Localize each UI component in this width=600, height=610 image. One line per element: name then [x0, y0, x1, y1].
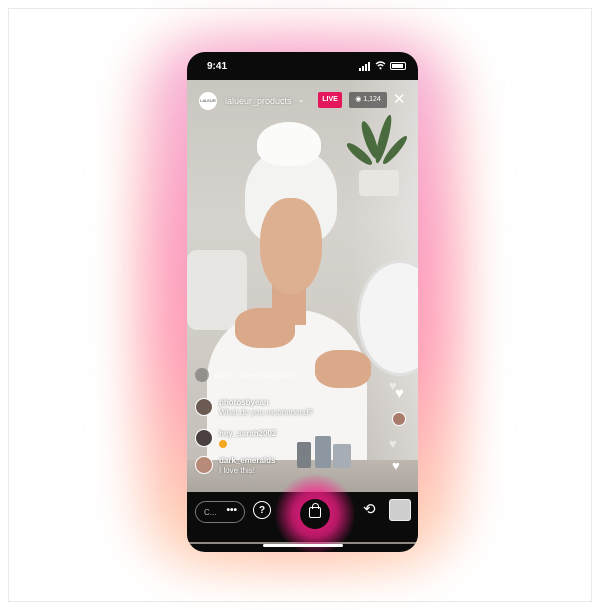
- comment-placeholder: C...: [204, 508, 217, 517]
- gallery-thumbnail[interactable]: [389, 499, 411, 521]
- plant-pot: [359, 170, 399, 196]
- live-controls: C... ••• ? ⟲: [187, 474, 418, 552]
- more-icon[interactable]: •••: [226, 505, 237, 516]
- comment-avatar[interactable]: [195, 398, 213, 416]
- wifi-icon: [375, 61, 386, 70]
- status-time: 9:41: [207, 61, 228, 72]
- close-icon[interactable]: ✕: [393, 90, 406, 108]
- comment-text: What do you recommend?: [219, 408, 313, 417]
- joined-notice: travis_shreds18 joined: [215, 371, 296, 380]
- comment-username[interactable]: photosbyean: [219, 398, 269, 407]
- comment-username[interactable]: dark_emeralds: [219, 456, 275, 465]
- battery-icon: [390, 61, 406, 70]
- comment-avatar[interactable]: [195, 456, 213, 474]
- shopping-bag-icon: [309, 503, 321, 518]
- account-avatar[interactable]: LALEUR: [199, 92, 217, 110]
- heart-icon: ♥: [389, 436, 397, 451]
- live-header: LALEUR lalueur_products ⌄ LIVE ◉ 1,124 ✕: [187, 88, 418, 114]
- heart-icon: ♥: [395, 385, 404, 402]
- phone-frame: 9:41 LALEUR lalueur_products ⌄ LIVE ◉ 1,…: [187, 52, 418, 552]
- shopping-button[interactable]: [300, 499, 330, 529]
- home-indicator: [263, 544, 343, 547]
- presenter-hand: [235, 308, 295, 348]
- presenter-face: [260, 198, 322, 294]
- heart-icon: ♥: [392, 458, 400, 473]
- reaction-avatar: [392, 412, 406, 426]
- status-icons: [359, 60, 406, 71]
- comment-avatar[interactable]: [195, 429, 213, 447]
- product-bottle: [297, 442, 311, 468]
- live-badge: LIVE: [318, 92, 342, 108]
- status-bar: 9:41: [187, 52, 418, 80]
- account-username[interactable]: lalueur_products: [225, 96, 292, 106]
- viewer-count[interactable]: ◉ 1,124: [349, 92, 387, 108]
- chevron-down-icon[interactable]: ⌄: [298, 95, 305, 104]
- question-icon[interactable]: ?: [253, 501, 271, 519]
- comment-input[interactable]: C... •••: [195, 501, 245, 523]
- camera-flip-icon[interactable]: ⟲: [363, 500, 376, 518]
- joined-avatar: [195, 368, 209, 382]
- signal-icon: [359, 60, 371, 71]
- comment-username[interactable]: hey_sarah2002: [219, 429, 276, 438]
- emoji-icon: [219, 440, 227, 450]
- comment-text: I love this!: [219, 466, 256, 475]
